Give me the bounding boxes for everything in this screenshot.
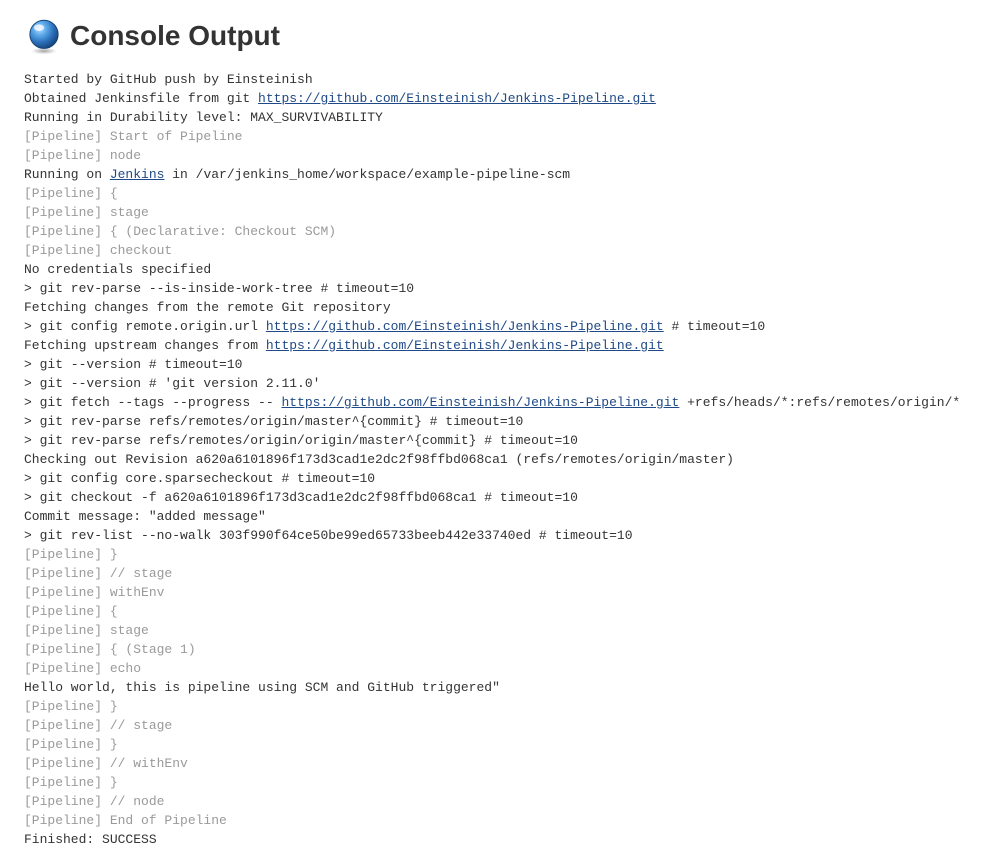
repo-link[interactable]: https://github.com/Einsteinish/Jenkins-P… xyxy=(281,395,679,410)
console-line: [Pipeline] // stage xyxy=(24,564,968,583)
console-line: [Pipeline] End of Pipeline xyxy=(24,811,968,830)
console-line: Running in Durability level: MAX_SURVIVA… xyxy=(24,108,968,127)
console-line: Running on Jenkins in /var/jenkins_home/… xyxy=(24,165,968,184)
console-line: Fetching upstream changes from https://g… xyxy=(24,336,968,355)
console-line: [Pipeline] } xyxy=(24,545,968,564)
console-line: Started by GitHub push by Einsteinish xyxy=(24,70,968,89)
console-line: [Pipeline] node xyxy=(24,146,968,165)
console-line: [Pipeline] echo xyxy=(24,659,968,678)
console-line: > git rev-parse --is-inside-work-tree # … xyxy=(24,279,968,298)
console-line: [Pipeline] } xyxy=(24,735,968,754)
console-line: > git config core.sparsecheckout # timeo… xyxy=(24,469,968,488)
console-line: Obtained Jenkinsfile from git https://gi… xyxy=(24,89,968,108)
blue-ball-icon xyxy=(24,16,64,56)
console-line: > git config remote.origin.url https://g… xyxy=(24,317,968,336)
console-line: [Pipeline] checkout xyxy=(24,241,968,260)
console-line: > git --version # 'git version 2.11.0' xyxy=(24,374,968,393)
console-line: Hello world, this is pipeline using SCM … xyxy=(24,678,968,697)
console-line: [Pipeline] // withEnv xyxy=(24,754,968,773)
page-title: Console Output xyxy=(70,20,280,52)
console-line: [Pipeline] } xyxy=(24,697,968,716)
repo-link[interactable]: https://github.com/Einsteinish/Jenkins-P… xyxy=(258,91,656,106)
console-line: [Pipeline] Start of Pipeline xyxy=(24,127,968,146)
console-line: [Pipeline] // stage xyxy=(24,716,968,735)
console-line: [Pipeline] { (Declarative: Checkout SCM) xyxy=(24,222,968,241)
console-line: Fetching changes from the remote Git rep… xyxy=(24,298,968,317)
console-line: > git checkout -f a620a6101896f173d3cad1… xyxy=(24,488,968,507)
console-line: [Pipeline] withEnv xyxy=(24,583,968,602)
page-header: Console Output xyxy=(24,16,968,56)
jenkins-node-link[interactable]: Jenkins xyxy=(110,167,165,182)
console-line: > git rev-parse refs/remotes/origin/mast… xyxy=(24,412,968,431)
console-line: [Pipeline] { xyxy=(24,184,968,203)
console-line: No credentials specified xyxy=(24,260,968,279)
console-line: [Pipeline] stage xyxy=(24,621,968,640)
console-line: Checking out Revision a620a6101896f173d3… xyxy=(24,450,968,469)
repo-link[interactable]: https://github.com/Einsteinish/Jenkins-P… xyxy=(266,319,664,334)
console-line: > git rev-list --no-walk 303f990f64ce50b… xyxy=(24,526,968,545)
console-output: Started by GitHub push by EinsteinishObt… xyxy=(24,70,968,849)
console-line: > git rev-parse refs/remotes/origin/orig… xyxy=(24,431,968,450)
console-line: > git fetch --tags --progress -- https:/… xyxy=(24,393,968,412)
console-line: [Pipeline] // node xyxy=(24,792,968,811)
console-line: [Pipeline] { (Stage 1) xyxy=(24,640,968,659)
console-line: [Pipeline] } xyxy=(24,773,968,792)
console-line: [Pipeline] stage xyxy=(24,203,968,222)
repo-link[interactable]: https://github.com/Einsteinish/Jenkins-P… xyxy=(266,338,664,353)
console-line: > git --version # timeout=10 xyxy=(24,355,968,374)
console-line: Finished: SUCCESS xyxy=(24,830,968,849)
console-line: Commit message: "added message" xyxy=(24,507,968,526)
console-line: [Pipeline] { xyxy=(24,602,968,621)
